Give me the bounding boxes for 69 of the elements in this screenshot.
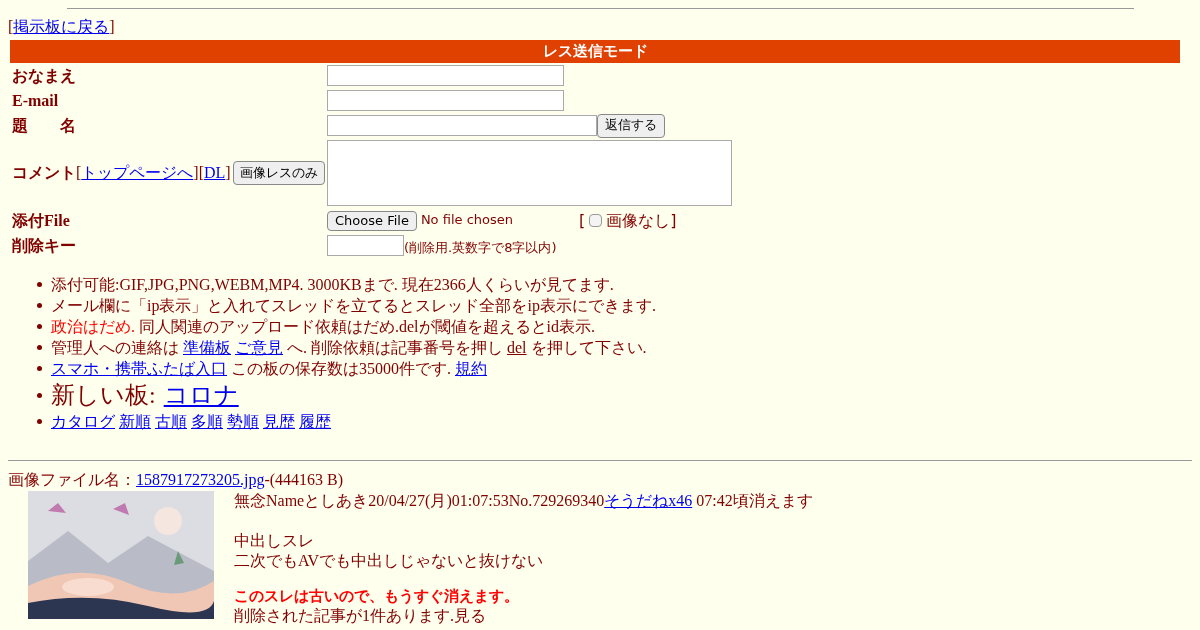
notice-text: 添付可能:GIF,JPG,PNG,WEBM,MP4. 3000KBまで. 現在2366人くらいが見てます. [51,274,614,295]
field-label: 添付File [12,210,70,231]
bullet-icon [37,303,42,308]
notice-text: 新しい板: [51,381,156,410]
notice-link[interactable]: 規約 [455,358,487,379]
field-label: コメント [12,163,76,183]
post-header: 無念Nameとしあき20/04/27(月)01:07:53No.729269340 [234,491,605,511]
file-size: -(444163 B) [264,470,344,490]
del-link[interactable]: del [507,337,527,358]
file-status: No file chosen [420,212,514,229]
notice-text: 同人関連のアップロード依頼はだめ.delが閾値を超えるとid表示. [139,316,595,337]
delete-key-note: (削除用.英数字で8字以内) [404,239,557,256]
delete-key-field[interactable] [327,235,404,256]
bracket: ] [193,163,199,183]
notice-link[interactable]: 履歴 [299,411,331,432]
notice-link[interactable]: スマホ・携帯ふたば入口 [51,358,227,379]
notice-link[interactable]: カタログ [51,411,115,432]
comment-link[interactable]: DL [204,163,226,183]
warning-text: 政治はだめ. [51,316,135,337]
post-text: 二次でもAVでも中出しじゃないと抜けない [234,551,545,571]
notice-text: を押して下さい. [530,337,647,358]
field-label: おなまえ [12,65,76,86]
notice-link[interactable]: 古順 [155,411,187,432]
checkbox-label: 画像なし [606,210,671,231]
notice-link[interactable]: ご意見 [235,337,283,358]
expire-time: 07:42頃消えます [696,491,813,511]
text-field[interactable] [327,65,564,86]
bullet-icon [37,345,42,350]
reply-button[interactable]: 返信する [597,113,665,138]
bracket: ] [109,17,115,37]
bracket: ] [670,210,677,231]
file-label: 画像ファイル名： [8,470,136,490]
checkbox[interactable] [589,214,603,227]
bracket: ] [225,163,231,183]
bracket: [ [76,163,82,183]
notice-link[interactable]: 勢順 [227,411,259,432]
deleted-notice: 削除された記事が1件あります.見る [234,605,487,626]
field-label: 削除キー [12,235,76,256]
bracket: [ [8,17,14,37]
bullet-icon [37,419,42,424]
post-text: 中出しスレ [234,531,315,551]
notice-link[interactable]: 新順 [119,411,151,432]
sodane-link[interactable]: そうだねx46 [604,491,693,511]
back-link[interactable]: 掲示板に戻る [13,17,110,37]
bracket: [ [578,210,586,231]
form-header: レス送信モード [10,40,1180,63]
choose-file-button[interactable]: Choose File [327,210,417,231]
old-thread-warning: このスレは古いので、もうすぐ消えます。 [234,587,520,606]
image-only-button[interactable]: 画像レスのみ [232,161,325,185]
field-label: 題 名 [12,115,76,136]
notice-link[interactable]: コロナ [163,380,239,410]
bullet-icon [37,366,42,371]
notice-text: へ. 削除依頼は記事番号を押し [287,337,503,358]
notice-link[interactable]: 多順 [191,411,223,432]
file-link[interactable]: 1587917273205.jpg [136,470,265,490]
notice-text: 管理人への連絡は [51,337,179,358]
bullet-icon [37,282,42,287]
subject-field[interactable] [327,115,597,136]
comment-field[interactable] [327,140,732,206]
notice-text: この板の保存数は35000件です. [231,358,451,379]
bracket: [ [198,163,204,183]
bullet-icon [37,392,42,398]
text-field[interactable] [327,90,564,111]
notice-text: メール欄に「ip表示」と入れてスレッドを立てるとスレッド全部をip表示にできます. [51,295,656,316]
field-label: E-mail [12,90,59,111]
comment-link[interactable]: トップページへ [81,163,194,183]
notice-link[interactable]: 準備板 [183,337,231,358]
notice-link[interactable]: 見歴 [263,411,295,432]
bullet-icon [37,324,42,329]
